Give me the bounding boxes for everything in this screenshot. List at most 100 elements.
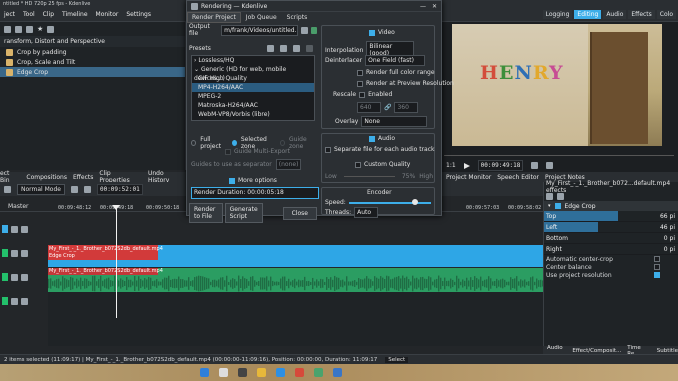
tab-effects[interactable]: Effects [73, 174, 93, 181]
layout-color[interactable]: Colo [656, 10, 676, 19]
custom-effects-icon[interactable] [26, 25, 33, 33]
taskview-icon[interactable] [238, 368, 247, 377]
menu-settings[interactable]: Settings [122, 8, 155, 22]
edit-preset-icon[interactable] [293, 44, 300, 52]
lock-icon[interactable] [11, 249, 18, 257]
audio-icon[interactable] [531, 162, 539, 169]
tool-mode[interactable]: Select [385, 356, 409, 363]
razor-icon[interactable] [70, 185, 78, 193]
windows-icon[interactable] [200, 368, 209, 377]
effect-header-edge-crop[interactable]: ▾ Edge Crop [544, 201, 678, 211]
app-icon[interactable] [314, 368, 323, 377]
speaker-icon[interactable] [21, 273, 28, 281]
eye-icon[interactable] [21, 225, 28, 233]
track-target[interactable] [2, 225, 8, 233]
lock-icon[interactable] [11, 225, 18, 233]
video-checkbox[interactable] [369, 29, 375, 36]
custom-quality-checkbox[interactable] [355, 161, 361, 168]
rescale-height-input[interactable]: 360 [394, 102, 419, 113]
multi-export-checkbox[interactable] [225, 148, 231, 155]
menu-tool[interactable]: Tool [19, 8, 39, 22]
monitor-video-frame[interactable]: HENRY [452, 24, 662, 146]
param-bottom[interactable]: Bottom 0 pi [544, 233, 678, 244]
lock-ratio-icon[interactable]: 🔗 [384, 104, 391, 111]
tab-speech-editor[interactable]: Speech Editor [497, 174, 539, 181]
edge-icon[interactable] [276, 368, 285, 377]
effect-item-edge-crop[interactable]: Edge Crop [0, 67, 185, 77]
audio-effects-icon[interactable] [15, 25, 22, 33]
rescale-width-input[interactable]: 640 [357, 102, 381, 113]
search-icon[interactable] [219, 368, 228, 377]
lock-icon[interactable] [11, 297, 18, 305]
minimize-icon[interactable]: — [420, 3, 426, 10]
monitor-zoom[interactable]: 1:1 [446, 162, 456, 169]
menu-monitor[interactable]: Monitor [92, 8, 123, 22]
presets-list[interactable]: › Lossless/HQ ⌄ Generic (HD for web, mobi… [191, 55, 315, 121]
track-target[interactable] [2, 273, 8, 281]
menu-clip[interactable]: Clip [39, 8, 58, 22]
tab-compositions[interactable]: Compositions [26, 174, 67, 181]
video-effects-icon[interactable] [4, 25, 11, 33]
play-icon[interactable] [463, 162, 470, 169]
audio-clip[interactable]: My_First_-_1._Brother_b072S2db_default.m… [48, 268, 543, 292]
full-color-checkbox[interactable] [357, 69, 363, 76]
effect-category-header[interactable]: ransform, Distort and Perspective [0, 36, 185, 47]
effect-item-crop-scale-tilt[interactable]: Crop, Scale and Tilt [0, 57, 185, 67]
lock-icon[interactable] [11, 273, 18, 281]
edit-mode-select[interactable]: Normal Mode [17, 183, 65, 195]
generate-script-button[interactable]: Generate Script [224, 203, 263, 223]
close-icon[interactable]: ✕ [432, 3, 437, 10]
tab-project-monitor[interactable]: Project Monitor [446, 174, 491, 181]
separate-audio-checkbox[interactable] [325, 146, 331, 153]
option-checkbox[interactable] [654, 264, 660, 270]
tab-scripts[interactable]: Scripts [282, 12, 313, 23]
effect-enable-checkbox[interactable] [554, 203, 561, 209]
clear-icon[interactable] [301, 26, 308, 34]
preset-item[interactable]: MP4-H264/AAC [192, 83, 314, 92]
more-options-checkbox[interactable] [229, 177, 235, 184]
overlay-select[interactable]: None [361, 116, 428, 127]
effect-item-crop-by-padding[interactable]: Crop by padding [0, 47, 185, 57]
preset-category[interactable]: › Lossless/HQ [192, 56, 314, 65]
collapse-chevron-icon[interactable]: ▾ [548, 203, 551, 209]
option-checkbox[interactable] [654, 256, 660, 262]
speed-slider-handle[interactable] [411, 198, 418, 205]
tab-render-project[interactable]: Render Project [187, 11, 241, 23]
menu-timeline[interactable]: Timeline [58, 8, 92, 22]
option-checkbox[interactable] [654, 272, 660, 278]
speaker-icon[interactable] [21, 297, 28, 305]
menu-project[interactable]: ject [0, 8, 19, 22]
selected-zone-radio[interactable] [231, 140, 237, 146]
delete-preset-icon[interactable] [306, 44, 313, 52]
param-right[interactable]: Right 0 pi [544, 244, 678, 255]
track-target[interactable] [2, 297, 8, 305]
kdenlive-icon[interactable] [333, 368, 342, 377]
param-value[interactable]: 46 pi [660, 224, 675, 231]
explorer-icon[interactable] [257, 368, 266, 377]
param-value[interactable]: 66 pi [660, 213, 675, 220]
param-left[interactable]: Left 46 pi [544, 222, 678, 233]
guide-separator-select[interactable]: (none) [275, 159, 302, 170]
monitor-timecode[interactable]: 00:09:49:18 [477, 160, 524, 171]
video-clip[interactable]: My_First_-_1._Brother_b072S2db_default.m… [48, 245, 543, 267]
layout-editing[interactable]: Editing [574, 10, 602, 19]
save-preset-icon[interactable] [280, 44, 287, 52]
tab-job-queue[interactable]: Job Queue [241, 12, 282, 23]
preset-item[interactable]: GIF High Quality [192, 74, 314, 83]
compare-icon[interactable] [546, 193, 553, 200]
close-button[interactable]: Close [282, 206, 317, 220]
eye-icon[interactable] [21, 249, 28, 257]
preset-category[interactable]: ⌄ Generic (HD for web, mobile devices...… [192, 65, 314, 82]
timeline-timecode[interactable]: 00:09:52:01 [96, 183, 143, 195]
rescale-checkbox[interactable] [359, 91, 366, 98]
preset-item[interactable]: MPEG-2 [192, 92, 314, 101]
settings-icon[interactable] [546, 162, 554, 169]
monitor-ruler[interactable] [444, 150, 674, 156]
param-value[interactable]: 0 pi [664, 235, 675, 242]
render-to-file-button[interactable]: Render to File [189, 203, 223, 223]
track-target[interactable] [2, 249, 8, 257]
audio-checkbox[interactable] [369, 135, 375, 142]
new-preset-icon[interactable] [267, 44, 274, 52]
layout-logging[interactable]: Logging [542, 10, 573, 19]
save-stack-icon[interactable] [557, 193, 564, 200]
